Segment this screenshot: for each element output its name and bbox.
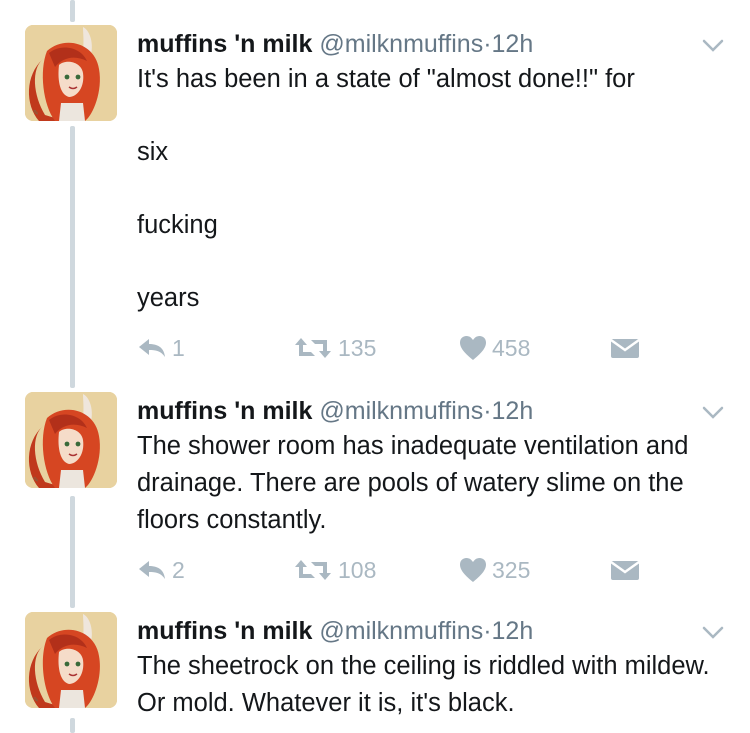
chevron-down-icon[interactable] [702, 39, 724, 53]
chevron-down-icon[interactable] [702, 406, 724, 420]
svg-text:✎: ✎ [33, 696, 39, 704]
tweet-header: muffins 'n milk @milknmuffins·12h [137, 30, 533, 59]
like-button[interactable]: 325 [459, 555, 530, 585]
like-button[interactable]: 458 [459, 333, 530, 363]
avatar[interactable]: ✎ [25, 612, 117, 708]
meta-separator: · [483, 397, 492, 425]
svg-text:✎: ✎ [33, 109, 39, 117]
author-name[interactable]: muffins 'n milk [137, 30, 312, 58]
author-handle[interactable]: @milknmuffins [319, 617, 483, 645]
tweet-time[interactable]: 12h [492, 397, 534, 425]
direct-message-icon [610, 338, 640, 358]
retweet-count: 135 [338, 334, 377, 361]
reply-button[interactable]: 1 [137, 333, 185, 363]
tweet-paragraph: It's has been in a state of "almost done… [137, 65, 635, 93]
avatar[interactable]: ✎ [25, 392, 117, 488]
tweet-time[interactable]: 12h [492, 617, 534, 645]
reply-count: 2 [172, 556, 185, 583]
tweet-text: The shower room has inadequate ventilati… [137, 428, 727, 539]
tweet-paragraph: The shower room has inadequate ventilati… [137, 432, 689, 534]
tweet-1[interactable]: ✎ muffins 'n milk @milknmuffins·12h It's… [0, 25, 750, 370]
heart-icon [460, 336, 486, 360]
retweet-button[interactable]: 135 [293, 333, 376, 363]
tweet-time[interactable]: 12h [492, 30, 534, 58]
avatar-illustration: ✎ [25, 392, 117, 488]
tweet-paragraph: fucking [137, 211, 218, 239]
tweet-3[interactable]: ✎ muffins 'n milk @milknmuffins·12h The … [0, 612, 750, 733]
author-handle[interactable]: @milknmuffins [319, 30, 483, 58]
avatar-illustration: ✎ [25, 25, 117, 121]
author-name[interactable]: muffins 'n milk [137, 617, 312, 645]
reply-icon [139, 561, 165, 579]
meta-separator: · [483, 30, 492, 58]
reply-icon [139, 339, 165, 357]
direct-message-button[interactable] [610, 333, 640, 363]
like-count: 458 [492, 334, 531, 361]
tweet-paragraph: six [137, 138, 169, 166]
thread-line-top [70, 0, 75, 22]
svg-text:✎: ✎ [33, 476, 39, 484]
tweet-paragraph: years [137, 284, 200, 312]
tweet-actions: 2 108 325 [137, 555, 657, 585]
avatar-illustration: ✎ [25, 612, 117, 708]
retweet-count: 108 [338, 556, 377, 583]
chevron-down-icon[interactable] [702, 626, 724, 640]
like-count: 325 [492, 556, 531, 583]
tweet-header: muffins 'n milk @milknmuffins·12h [137, 397, 533, 426]
tweet-2[interactable]: ✎ muffins 'n milk @milknmuffins·12h The … [0, 392, 750, 597]
reply-button[interactable]: 2 [137, 555, 185, 585]
tweet-text: The sheetrock on the ceiling is riddled … [137, 648, 727, 722]
author-handle[interactable]: @milknmuffins [319, 397, 483, 425]
heart-icon [460, 558, 486, 582]
avatar[interactable]: ✎ [25, 25, 117, 121]
tweet-header: muffins 'n milk @milknmuffins·12h [137, 617, 533, 646]
tweet-text: It's has been in a state of "almost done… [137, 61, 727, 317]
retweet-icon [295, 560, 331, 580]
direct-message-button[interactable] [610, 555, 640, 585]
author-name[interactable]: muffins 'n milk [137, 397, 312, 425]
tweet-paragraph: The sheetrock on the ceiling is riddled … [137, 652, 710, 717]
reply-count: 1 [172, 334, 185, 361]
retweet-button[interactable]: 108 [293, 555, 376, 585]
meta-separator: · [483, 617, 492, 645]
tweet-actions: 1 135 458 [137, 333, 657, 363]
direct-message-icon [610, 560, 640, 580]
retweet-icon [295, 338, 331, 358]
